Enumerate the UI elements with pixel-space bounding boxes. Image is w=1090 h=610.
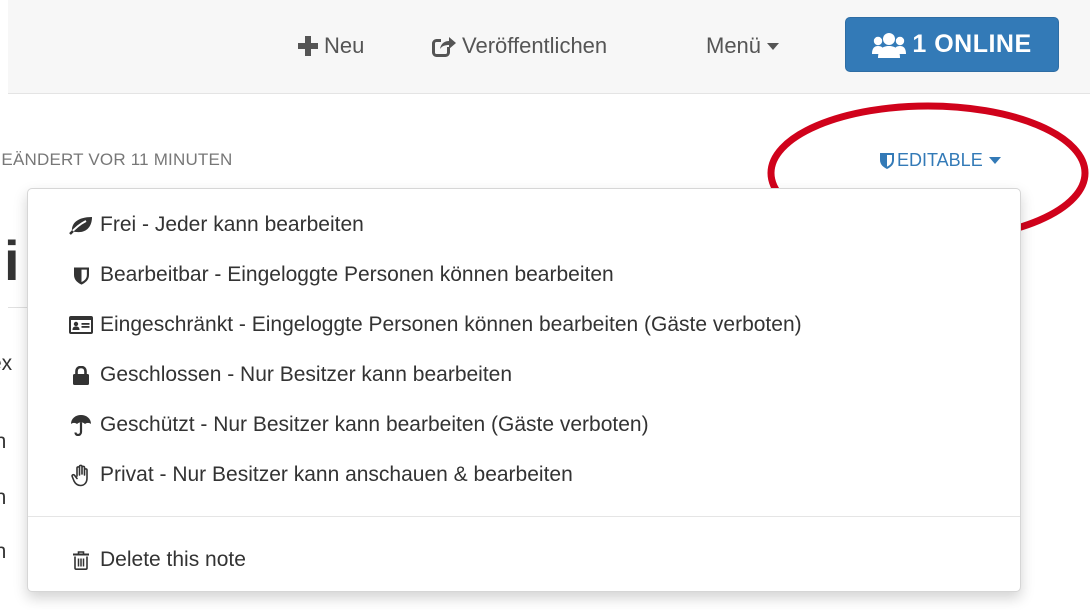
menu-dropdown-button[interactable]: Menü [706, 28, 780, 64]
content-line-fragment: ih [0, 540, 7, 563]
option-label: Eingeschränkt - Eingeloggte Personen kön… [100, 313, 802, 336]
permission-option-private[interactable]: Privat - Nur Besitzer kann anschauen & b… [28, 457, 1020, 493]
publish-button[interactable]: Veröffentlichen [432, 28, 607, 64]
caret-down-icon [767, 42, 780, 50]
option-label: Privat - Nur Besitzer kann anschauen & b… [100, 463, 573, 486]
content-line-fragment: ih [0, 430, 7, 453]
hand-stop-icon [69, 463, 93, 487]
publish-label: Veröffentlichen [462, 33, 608, 58]
lock-icon [69, 363, 93, 387]
share-external-icon [432, 35, 456, 57]
option-label: Geschützt - Nur Besitzer kann bearbeiten… [100, 413, 649, 436]
new-note-label: Neu [324, 33, 365, 58]
content-line-fragment: ex [0, 352, 13, 375]
online-users-button[interactable]: 1 ONLINE [845, 17, 1059, 72]
permission-option-editable[interactable]: Bearbeitbar - Eingeloggte Personen könne… [28, 257, 1020, 293]
trash-icon [69, 548, 93, 572]
delete-note-option[interactable]: Delete this note [28, 542, 1020, 578]
content-line-fragment: ih [0, 486, 7, 509]
last-changed-text: GEÄNDERT VOR 11 MINUTEN [0, 150, 233, 169]
note-title-fragment: i [4, 229, 20, 292]
menu-divider [28, 516, 1020, 517]
permission-dropdown-menu: Frei - Jeder kann bearbeiten Bearbeitbar… [27, 188, 1021, 592]
option-label: Geschlossen - Nur Besitzer kann bearbeit… [100, 363, 513, 386]
umbrella-icon [69, 413, 93, 437]
shield-icon [69, 263, 93, 287]
permission-option-free[interactable]: Frei - Jeder kann bearbeiten [28, 207, 1020, 243]
permission-option-locked[interactable]: Geschlossen - Nur Besitzer kann bearbeit… [28, 357, 1020, 393]
permission-dropdown-toggle[interactable]: EDITABLE [880, 150, 1001, 171]
option-label: Bearbeitbar - Eingeloggte Personen könne… [100, 263, 614, 286]
new-note-button[interactable]: Neu [298, 28, 364, 64]
permission-label: EDITABLE [897, 150, 983, 170]
leaf-icon [69, 213, 93, 237]
option-label: Frei - Jeder kann bearbeiten [100, 213, 364, 236]
users-icon [872, 32, 907, 58]
plus-icon [298, 36, 318, 56]
permission-option-protected[interactable]: Geschützt - Nur Besitzer kann bearbeiten… [28, 407, 1020, 443]
id-card-icon [69, 313, 93, 337]
caret-down-icon [988, 157, 1001, 164]
delete-note-label: Delete this note [100, 548, 246, 571]
top-navbar: Neu Veröffentlichen Menü 1 ONLINE [8, 0, 1090, 94]
permission-option-limited[interactable]: Eingeschränkt - Eingeloggte Personen kön… [28, 307, 1020, 343]
menu-label: Menü [706, 33, 762, 58]
online-count-label: 1 ONLINE [912, 30, 1032, 58]
shield-icon [880, 153, 894, 169]
